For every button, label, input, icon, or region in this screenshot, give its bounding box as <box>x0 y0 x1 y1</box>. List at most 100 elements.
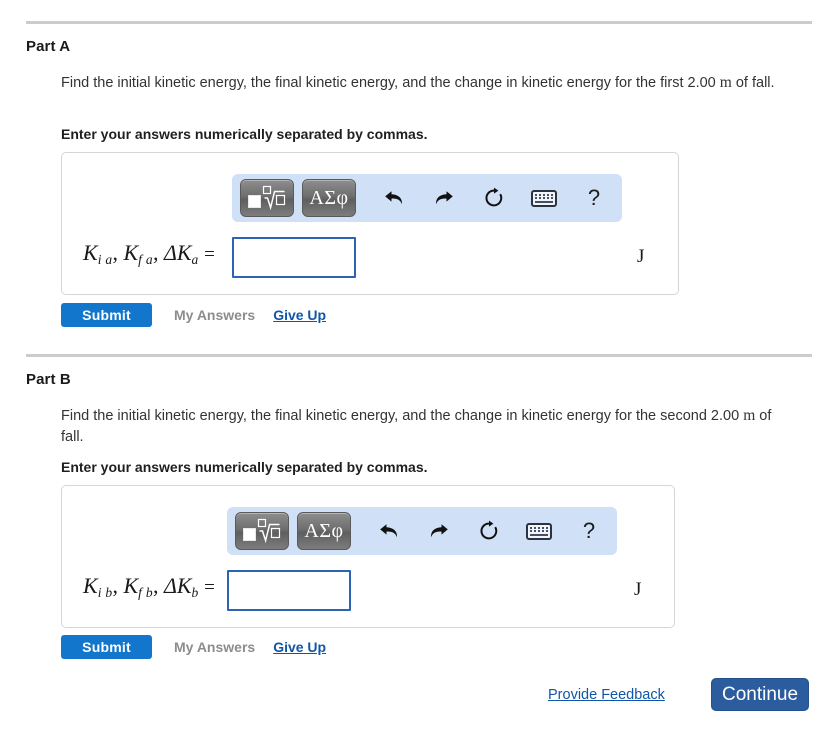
formula-delta-k-sub: a <box>191 252 199 267</box>
part-a-prompt-unit: m <box>719 74 732 91</box>
part-a-prompt: Find the initial kinetic energy, the fin… <box>61 72 806 94</box>
keyboard-row <box>530 526 549 529</box>
formula-delta-k-sub: b <box>191 585 199 600</box>
keyboard-key <box>537 526 541 529</box>
keyboard-row <box>535 200 553 203</box>
provide-feedback-link[interactable]: Provide Feedback <box>548 687 665 703</box>
formula-comma: , <box>112 573 118 598</box>
help-button[interactable]: ? <box>572 178 616 218</box>
keyboard-key <box>546 193 550 196</box>
formula-k-initial-sub: i a <box>97 252 113 267</box>
filled-square-icon <box>248 195 261 208</box>
formula-k-initial: K <box>83 240 98 265</box>
formula-k-initial: K <box>83 573 98 598</box>
math-template-icon <box>248 185 286 211</box>
keyboard-button[interactable] <box>517 511 561 551</box>
reset-button[interactable] <box>472 178 516 218</box>
keyboard-row <box>535 197 554 199</box>
redo-icon <box>435 191 453 205</box>
formula-equals: = <box>204 244 215 265</box>
keyboard-button[interactable] <box>522 178 566 218</box>
formula-delta-k: ΔK <box>163 240 192 265</box>
filled-square-icon <box>243 528 256 541</box>
part-a-submit-row: Submit My Answers Give Up <box>61 303 326 327</box>
reset-icon <box>480 520 498 540</box>
keyboard-key <box>541 530 545 532</box>
part-a-give-up-link[interactable]: Give Up <box>273 307 326 323</box>
part-b-submit-row: Submit My Answers Give Up <box>61 635 326 659</box>
section-divider-a <box>26 21 812 24</box>
keyboard-icon <box>526 522 552 540</box>
part-b-answer-panel: ΑΣφ ? Ki b, Kf b, ΔKb = J <box>61 485 675 628</box>
reset-button[interactable] <box>467 511 511 551</box>
keyboard-key <box>545 526 549 529</box>
part-a-submit-button[interactable]: Submit <box>61 303 152 327</box>
keyboard-key <box>541 526 545 529</box>
greek-symbols-button[interactable]: ΑΣφ <box>297 512 351 550</box>
continue-button[interactable]: Continue <box>711 678 809 711</box>
math-template-button[interactable] <box>235 512 289 550</box>
part-b-instruction: Enter your answers numerically separated… <box>61 459 428 475</box>
section-divider-b <box>26 354 812 357</box>
part-a-prompt-text: Find the initial kinetic energy, the fin… <box>61 75 720 91</box>
part-b-math-toolbar: ΑΣφ ? <box>227 507 617 555</box>
keyboard-row <box>535 193 554 196</box>
part-a-answer-panel: ΑΣφ ? Ki a, Kf a, ΔKa = J <box>61 152 679 295</box>
undo-button[interactable] <box>372 178 416 218</box>
redo-button[interactable] <box>417 511 461 551</box>
nth-root-icon <box>257 518 281 544</box>
keyboard-spacebar <box>535 200 553 203</box>
undo-icon <box>380 524 398 538</box>
greek-symbols-button[interactable]: ΑΣφ <box>302 179 356 217</box>
redo-button[interactable] <box>422 178 466 218</box>
keyboard-row <box>530 533 548 536</box>
keyboard-key <box>542 197 546 199</box>
keyboard-key <box>542 193 546 196</box>
greek-symbols-label: ΑΣφ <box>309 187 349 209</box>
redo-icon <box>430 524 448 538</box>
greek-symbols-label: ΑΣφ <box>304 520 344 542</box>
undo-button[interactable] <box>367 511 411 551</box>
keyboard-key <box>538 197 542 199</box>
part-a-heading: Part A <box>26 38 71 55</box>
part-a-unit-label: J <box>637 246 645 267</box>
part-b-prompt-text: Find the initial kinetic energy, the fin… <box>61 408 744 424</box>
part-b-my-answers-link[interactable]: My Answers <box>174 639 255 655</box>
part-b-submit-button[interactable]: Submit <box>61 635 152 659</box>
help-icon: ? <box>587 185 601 210</box>
reset-icon <box>485 187 503 207</box>
part-a-prompt-tail: of fall. <box>731 75 775 91</box>
keyboard-key <box>535 193 538 196</box>
undo-icon <box>385 191 403 205</box>
keyboard-key <box>533 530 537 532</box>
keyboard-key <box>535 197 538 199</box>
math-template-button[interactable] <box>240 179 294 217</box>
keyboard-key <box>537 530 541 532</box>
part-a-my-answers-link[interactable]: My Answers <box>174 307 255 323</box>
part-b-prompt: Find the initial kinetic energy, the fin… <box>61 405 796 448</box>
formula-k-final-sub: f b <box>138 585 153 600</box>
formula-comma: , <box>152 573 159 598</box>
keyboard-icon <box>531 189 557 207</box>
help-icon: ? <box>582 518 596 543</box>
keyboard-key <box>546 197 550 199</box>
keyboard-row <box>530 530 549 532</box>
part-b-answer-input[interactable] <box>227 570 351 611</box>
part-b-give-up-link[interactable]: Give Up <box>273 639 326 655</box>
formula-k-final: K <box>123 240 139 265</box>
keyboard-key <box>545 530 549 532</box>
keyboard-spacebar <box>530 533 548 536</box>
part-a-answer-input[interactable] <box>232 237 356 278</box>
keyboard-key <box>533 526 537 529</box>
formula-k-initial-sub: i b <box>97 585 113 600</box>
math-template-icon <box>243 518 281 544</box>
formula-k-final-sub: f a <box>138 252 153 267</box>
part-b-prompt-unit: m <box>743 407 756 424</box>
exercise-page: Part A Find the initial kinetic energy, … <box>0 0 839 733</box>
formula-k-final: K <box>123 573 139 598</box>
keyboard-key <box>530 530 533 532</box>
formula-comma: , <box>152 240 159 265</box>
keyboard-key <box>538 193 542 196</box>
help-button[interactable]: ? <box>567 511 611 551</box>
part-a-instruction: Enter your answers numerically separated… <box>61 126 428 142</box>
